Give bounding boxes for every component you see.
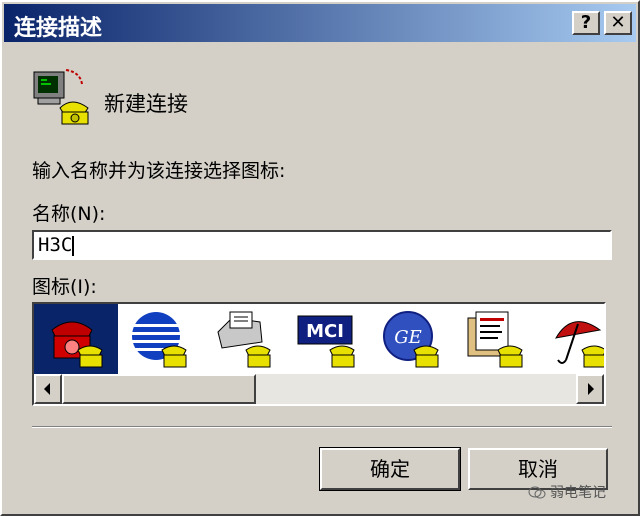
horizontal-scrollbar[interactable] [34,374,604,404]
icon-option-fax[interactable] [202,304,286,374]
arrow-right-icon [588,383,594,395]
icon-option-mci[interactable]: MCI [286,304,370,374]
name-input[interactable]: H3C [32,230,612,260]
scroll-right-button[interactable] [576,374,604,404]
watermark: 弱电笔记 [528,482,606,502]
icon-option-red-phone[interactable] [34,304,118,374]
red-phone-icon [51,321,103,368]
arrow-left-icon [44,383,50,395]
help-button[interactable]: ? [572,11,600,35]
name-label: 名称(N): [32,203,106,225]
name-input-value: H3C [38,234,73,256]
dialog-title: 连接描述 [14,16,103,41]
icon-option-globe[interactable] [118,304,202,374]
mci-logo-text: MCI [306,321,344,342]
icon-list[interactable]: MCI GE [32,302,606,406]
connection-description-dialog: 连接描述 ? ✕ 新建连接 输入名称并为该连接选择图标: 名称(N): H3C … [0,0,640,516]
instruction-text: 输入名称并为该连接选择图标: [32,160,286,182]
icon-strip: MCI GE [34,304,604,374]
ge-logo-text: GE [394,327,422,348]
icon-option-ge[interactable]: GE [370,304,454,374]
icon-label: 图标(I): [32,276,97,298]
scroll-thumb[interactable] [62,374,256,404]
connection-name-title: 新建连接 [104,92,188,116]
icon-option-documents[interactable] [454,304,538,374]
scroll-left-button[interactable] [34,374,62,404]
globe-phone-icon [132,312,187,368]
ge-phone-icon: GE [383,311,439,368]
ok-button[interactable]: 确定 [319,447,461,491]
wechat-icon [528,486,546,499]
close-button[interactable]: ✕ [604,11,632,35]
watermark-text: 弱电笔记 [550,485,606,501]
separator [32,426,612,428]
phone-computer-icon [33,69,89,125]
umbrella-phone-icon [555,321,604,368]
mci-phone-icon: MCI [297,315,355,368]
icon-option-umbrella[interactable] [538,304,604,374]
fax-phone-icon [217,311,271,368]
text-caret [72,235,75,256]
documents-phone-icon [467,311,523,368]
title-bar[interactable]: 连接描述 ? ✕ [4,4,636,42]
